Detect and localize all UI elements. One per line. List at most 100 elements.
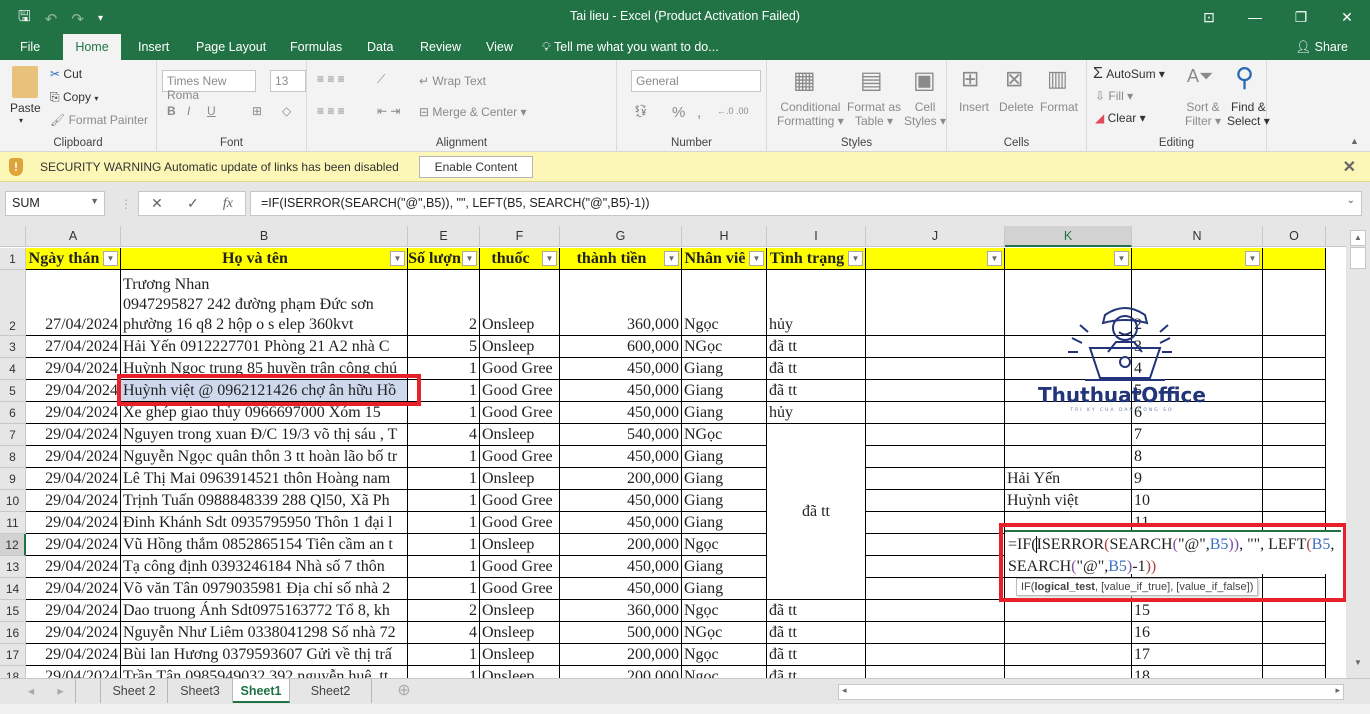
row-header-14[interactable]: 14 — [0, 578, 26, 600]
cell-h8[interactable]: Giang — [682, 446, 767, 468]
cell-f18[interactable]: Onsleep — [480, 666, 560, 678]
cell-f10[interactable]: Good Gree — [480, 490, 560, 512]
align-top-icon[interactable]: ≡ ≡ ≡ — [317, 72, 345, 86]
cell-f15[interactable]: Onsleep — [480, 600, 560, 622]
row-header-5[interactable]: 5 — [0, 380, 26, 402]
comma-button[interactable]: , — [697, 104, 701, 121]
cell-j18[interactable] — [866, 666, 1005, 678]
format-painter-button[interactable]: 🖌︎ Format Painter — [50, 113, 148, 127]
cell-b15[interactable]: Dao truong Ánh Sdt0975163772 Tổ 8, kh — [121, 600, 408, 622]
cell-i3[interactable]: đã tt — [767, 336, 866, 358]
italic-button[interactable]: I — [187, 104, 190, 118]
filter-dropdown-icon[interactable]: ▼ — [462, 251, 477, 266]
prev-sheet-icon[interactable]: ◂ — [16, 679, 46, 703]
cell-b7[interactable]: Nguyen trong xuan Đ/C 19/3 võ thị sáu , … — [121, 424, 408, 446]
tab-file[interactable]: File — [10, 34, 50, 60]
cell-e15[interactable]: 2 — [408, 600, 480, 622]
cell-o10[interactable] — [1263, 490, 1326, 512]
cell-i5[interactable]: đã tt — [767, 380, 866, 402]
column-header-j[interactable]: J — [866, 226, 1005, 247]
cell-e8[interactable]: 1 — [408, 446, 480, 468]
vertical-scrollbar[interactable]: ▲ ▼ — [1346, 226, 1370, 678]
conditional-formatting-button[interactable]: Conditional Formatting ▾ — [777, 100, 844, 128]
cell-a4[interactable]: 29/04/2024 — [26, 358, 121, 380]
cell-e16[interactable]: 4 — [408, 622, 480, 644]
row-header-16[interactable]: 16 — [0, 622, 26, 644]
cell-b4[interactable]: Huỳnh Ngọc trung 85 huyền trân công chú — [121, 358, 408, 380]
filter-dropdown-icon[interactable]: ▼ — [542, 251, 557, 266]
row-header-12[interactable]: 12 — [0, 534, 26, 556]
cell-f14[interactable]: Good Gree — [480, 578, 560, 600]
cell-k18[interactable] — [1005, 666, 1132, 678]
fill-color-icon[interactable]: ◇ — [282, 104, 291, 118]
cell-b6[interactable]: Xe ghép giao thủy 0966697000 Xóm 15 — [121, 402, 408, 424]
scroll-right-icon[interactable]: ▸ — [1335, 685, 1340, 696]
insert-cells-button[interactable]: Insert — [959, 100, 989, 114]
autosum-button[interactable]: Σ AutoSum ▾ — [1093, 65, 1165, 83]
cell-e13[interactable]: 1 — [408, 556, 480, 578]
formula-bar-splitter[interactable]: ⋮ — [120, 197, 132, 211]
cell-n18[interactable]: 18 — [1132, 666, 1263, 678]
column-header-g[interactable]: G — [560, 226, 682, 247]
cell-j4[interactable] — [866, 358, 1005, 380]
cell-b16[interactable]: Nguyễn Như Liêm 0338041298 Số nhà 72 — [121, 622, 408, 644]
vertical-scroll-thumb[interactable] — [1350, 247, 1366, 269]
sort-filter-button[interactable]: Sort & Filter ▾ — [1185, 100, 1221, 128]
cell-g8[interactable]: 450,000 — [560, 446, 682, 468]
cell-f12[interactable]: Onsleep — [480, 534, 560, 556]
add-sheet-icon[interactable]: ⊕ — [392, 679, 416, 703]
cell-b14[interactable]: Võ văn Tân 0979035981 Địa chỉ số nhà 2 — [121, 578, 408, 600]
cell-g17[interactable]: 200,000 — [560, 644, 682, 666]
formula-input[interactable]: =IF(ISERROR(SEARCH("@",B5)), "", LEFT(B5… — [250, 191, 1362, 216]
tab-insert[interactable]: Insert — [128, 34, 179, 60]
cell-f8[interactable]: Good Gree — [480, 446, 560, 468]
cell-a15[interactable]: 29/04/2024 — [26, 600, 121, 622]
fill-button[interactable]: ⇩ Fill ▾ — [1095, 89, 1133, 103]
cell-j9[interactable] — [866, 468, 1005, 490]
share-button[interactable]: 👤︎ Share — [1287, 36, 1356, 58]
cell-a10[interactable]: 29/04/2024 — [26, 490, 121, 512]
cell-b12[interactable]: Vũ Hồng thắm 0852865154 Tiên cầm an t — [121, 534, 408, 556]
cell-f9[interactable]: Onsleep — [480, 468, 560, 490]
column-header-f[interactable]: F — [480, 226, 560, 247]
cell-g9[interactable]: 200,000 — [560, 468, 682, 490]
close-warning-icon[interactable]: ✕ — [1343, 157, 1356, 177]
merge-center-button[interactable]: ⊟ Merge & Center ▾ — [419, 105, 526, 119]
cell-f4[interactable]: Good Gree — [480, 358, 560, 380]
cell-h2[interactable]: Ngọc — [682, 270, 767, 336]
cell-a18[interactable]: 29/04/2024 — [26, 666, 121, 678]
row-header-15[interactable]: 15 — [0, 600, 26, 622]
cell-j3[interactable] — [866, 336, 1005, 358]
cell-j6[interactable] — [866, 402, 1005, 424]
expand-formula-bar-icon[interactable]: ⌄ — [1347, 195, 1355, 206]
cell-e11[interactable]: 1 — [408, 512, 480, 534]
row-header-4[interactable]: 4 — [0, 358, 26, 380]
cell-j12[interactable] — [866, 534, 1005, 556]
cell-o8[interactable] — [1263, 446, 1326, 468]
cell-h13[interactable]: Giang — [682, 556, 767, 578]
enable-content-button[interactable]: Enable Content — [419, 156, 533, 178]
wrap-text-button[interactable]: ↵ Wrap Text — [419, 74, 486, 88]
cell-o9[interactable] — [1263, 468, 1326, 490]
cell-a9[interactable]: 29/04/2024 — [26, 468, 121, 490]
cell-h6[interactable]: Giang — [682, 402, 767, 424]
cell-f7[interactable]: Onsleep — [480, 424, 560, 446]
percent-button[interactable]: % — [672, 104, 685, 121]
cell-n7[interactable]: 7 — [1132, 424, 1263, 446]
cell-g10[interactable]: 450,000 — [560, 490, 682, 512]
cell-b5[interactable]: Huỳnh việt @ 0962121426 chợ ân hữu Hồ — [121, 380, 408, 402]
decimal-icon[interactable]: ←.0 .00 — [717, 106, 749, 116]
worksheet-grid[interactable]: A B E F G H I J K N O 1 Ngày thán ▼ Họ và tên ▼ Số lượn ▼… — [0, 226, 1346, 678]
scroll-up-icon[interactable]: ▲ — [1350, 230, 1366, 246]
confirm-entry-icon[interactable]: ✓ — [187, 195, 199, 212]
borders-icon[interactable]: ⊞ — [252, 104, 262, 118]
column-header-h[interactable]: H — [682, 226, 767, 247]
cell-i4[interactable]: đã tt — [767, 358, 866, 380]
cell-g7[interactable]: 540,000 — [560, 424, 682, 446]
row-header-9[interactable]: 9 — [0, 468, 26, 490]
cell-b3[interactable]: Hải Yến 0912227701 Phòng 21 A2 nhà C — [121, 336, 408, 358]
cell-o5[interactable] — [1263, 380, 1326, 402]
cell-n17[interactable]: 17 — [1132, 644, 1263, 666]
cell-styles-button[interactable]: Cell Styles ▾ — [904, 100, 946, 128]
cell-b8[interactable]: Nguyễn Ngọc quân thôn 3 tt hoàn lão bố t… — [121, 446, 408, 468]
